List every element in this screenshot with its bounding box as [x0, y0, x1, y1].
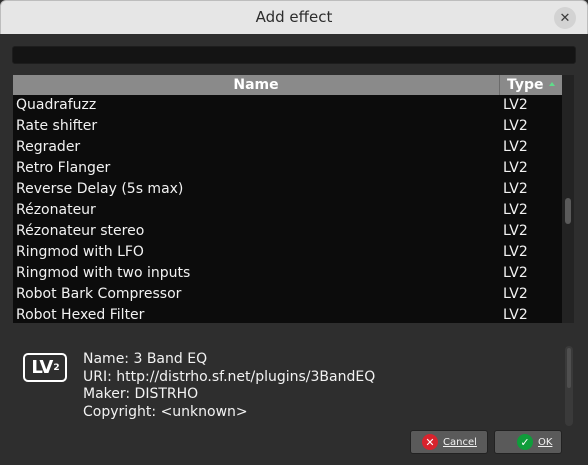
- info-scrollbar[interactable]: [565, 346, 573, 426]
- effect-name: Robot Bark Compressor: [16, 286, 182, 302]
- dialog-title: Add effect: [255, 8, 333, 26]
- table-row[interactable]: Rézonateur LV2: [13, 200, 562, 221]
- info-scrollbar-thumb[interactable]: [567, 348, 571, 388]
- effect-list[interactable]: Quadrafuzz LV2 Rate shifter LV2 Regrader…: [13, 95, 562, 323]
- cancel-button[interactable]: ✕ Cancel: [410, 430, 488, 454]
- dialog-body: Name Type Quadrafuzz LV2 Rate shifter LV…: [0, 34, 588, 465]
- table-row[interactable]: Robot Hexed Filter LV2: [13, 305, 562, 323]
- effect-name: Ringmod with two inputs: [16, 265, 191, 281]
- effect-name: Quadrafuzz: [16, 97, 97, 113]
- effect-type: LV2: [503, 202, 528, 218]
- check-icon: ✓: [517, 434, 533, 450]
- table-row[interactable]: Regrader LV2: [13, 137, 562, 158]
- column-header-type[interactable]: Type: [500, 75, 562, 95]
- table-row[interactable]: Robot Bark Compressor LV2: [13, 284, 562, 305]
- list-scrollbar[interactable]: [562, 75, 574, 323]
- title-bar: Add effect ✕: [0, 0, 588, 35]
- effect-name: Reverse Delay (5s max): [16, 181, 184, 197]
- column-header-name[interactable]: Name: [13, 75, 500, 95]
- ok-label: OK: [538, 436, 553, 448]
- effect-name: Rate shifter: [16, 118, 98, 134]
- table-header: Name Type: [13, 75, 562, 95]
- lv2-logo-text: LV: [31, 357, 53, 378]
- effect-type: LV2: [503, 118, 528, 134]
- sort-ascending-icon: [549, 82, 555, 86]
- plugin-name: Name: 3 Band EQ: [83, 351, 208, 367]
- plugin-info: Name: 3 Band EQ URI: http://distrho.sf.n…: [83, 351, 375, 421]
- effect-name: Ringmod with LFO: [16, 244, 144, 260]
- effect-type: LV2: [503, 181, 528, 197]
- table-row[interactable]: Ringmod with LFO LV2: [13, 242, 562, 263]
- effect-name: Robot Hexed Filter: [16, 307, 145, 323]
- effect-name: Regrader: [16, 139, 81, 155]
- effect-name: Retro Flanger: [16, 160, 111, 176]
- plugin-copyright: Copyright: <unknown>: [83, 403, 248, 420]
- column-header-type-label: Type: [507, 77, 544, 93]
- lv2-logo-sup: 2: [53, 362, 59, 373]
- plugin-maker: Maker: DISTRHO: [83, 386, 199, 402]
- effect-type: LV2: [503, 307, 528, 323]
- close-button[interactable]: ✕: [554, 7, 576, 29]
- search-input[interactable]: [12, 46, 576, 64]
- lv2-logo: LV 2: [23, 353, 67, 382]
- close-icon: ✕: [559, 10, 571, 26]
- effect-type: LV2: [503, 244, 528, 260]
- table-row[interactable]: Ringmod with two inputs LV2: [13, 263, 562, 284]
- table-row[interactable]: Retro Flanger LV2: [13, 158, 562, 179]
- effect-name: Rézonateur: [16, 202, 96, 218]
- effect-type: LV2: [503, 286, 528, 302]
- plugin-uri: URI: http://distrho.sf.net/plugins/3Band…: [83, 368, 376, 385]
- ok-button[interactable]: ✓ OK: [494, 430, 562, 454]
- table-row[interactable]: Quadrafuzz LV2: [13, 95, 562, 116]
- list-scrollbar-thumb[interactable]: [565, 198, 571, 224]
- table-row[interactable]: Rate shifter LV2: [13, 116, 562, 137]
- effect-name: Rézonateur stereo: [16, 223, 145, 239]
- effect-type: LV2: [503, 160, 528, 176]
- table-row[interactable]: Rézonateur stereo LV2: [13, 221, 562, 242]
- effect-type: LV2: [503, 139, 528, 155]
- effect-type: LV2: [503, 265, 528, 281]
- cancel-icon: ✕: [422, 434, 438, 450]
- effect-type: LV2: [503, 223, 528, 239]
- table-row[interactable]: Reverse Delay (5s max) LV2: [13, 179, 562, 200]
- effect-type: LV2: [503, 97, 528, 113]
- cancel-label: Cancel: [443, 436, 477, 448]
